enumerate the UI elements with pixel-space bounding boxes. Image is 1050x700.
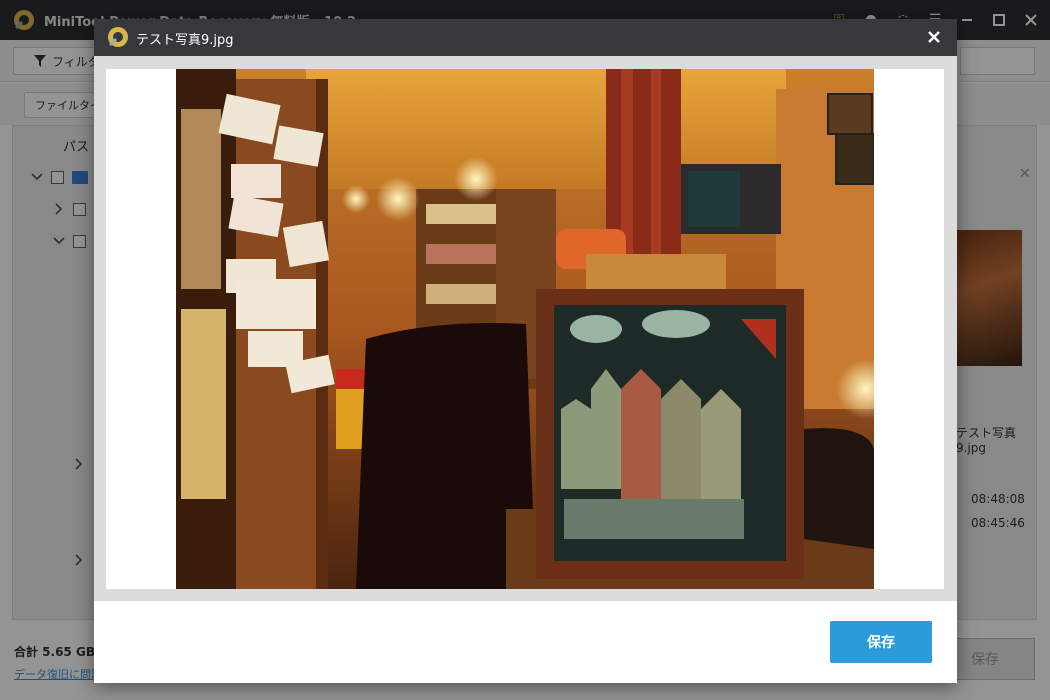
preview-dialog: テスト写真9.jpg 保存: [94, 19, 957, 683]
image-frame: [106, 69, 944, 589]
dialog-titlebar: テスト写真9.jpg: [94, 19, 957, 56]
dialog-title: テスト写真9.jpg: [136, 33, 234, 48]
app-logo-icon: [108, 27, 128, 47]
dialog-body: [94, 56, 957, 601]
dialog-footer: 保存: [94, 601, 957, 683]
close-icon[interactable]: [923, 26, 945, 48]
preview-image: [176, 69, 874, 589]
save-button[interactable]: 保存: [830, 621, 932, 663]
